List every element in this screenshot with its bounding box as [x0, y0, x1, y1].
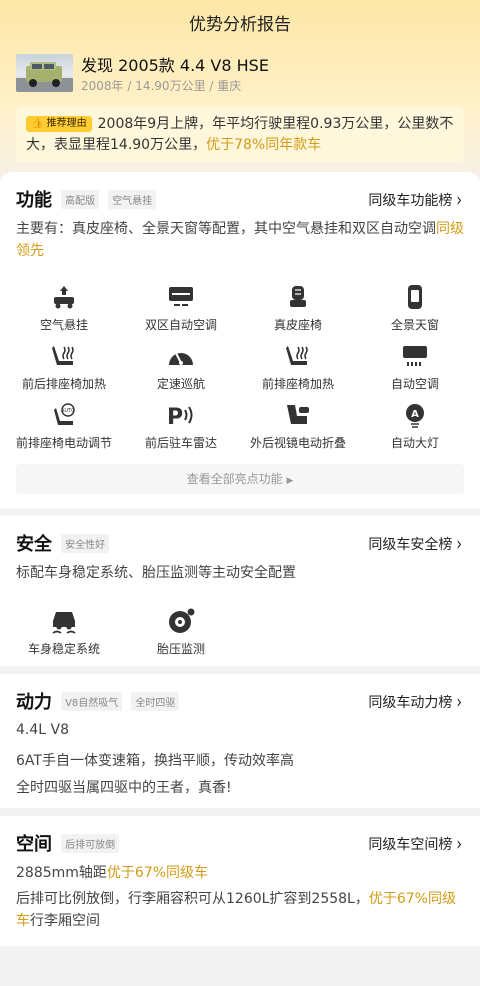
power-section: 动力 V8自然吸气 全时四驱 同级车动力榜 › 4.4L V8 6AT手自一体变速…	[0, 674, 480, 808]
feature-front-seat-heating[interactable]: 前排座椅加热	[248, 343, 348, 392]
feature-cruise-control[interactable]: 定速巡航	[131, 343, 231, 392]
space-trunk: 后排可比例放倒，行李厢容积可从1260L扩容到2558L，优于67%同级车行李厢…	[16, 891, 456, 929]
space-header: 空间 后排可放倒	[16, 830, 120, 855]
safety-chip-1: 安全性好	[61, 533, 110, 553]
space-chip-1: 后排可放倒	[61, 833, 120, 853]
space-rank-link[interactable]: 同级车空间榜 ›	[368, 834, 462, 856]
feature-auto-ac[interactable]: 自动空调	[365, 343, 465, 392]
stability-control-icon	[52, 612, 76, 634]
feature-tire-pressure[interactable]: 胎压监测	[131, 608, 231, 657]
header-background: 优势分析报告 发现 2005款 4.4 V8 HSE 2008年 / 14.90…	[0, 0, 480, 178]
safety-title: 安全	[16, 534, 52, 555]
car-summary[interactable]: 发现 2005款 4.4 V8 HSE 2008年 / 14.90万公里 / 重…	[16, 52, 464, 94]
safety-section: 安全 安全性好 同级车安全榜 › 标配车身稳定系统、胎压监测等主动安全配置 车身稳…	[0, 516, 480, 666]
feature-power-seat[interactable]: AUTO 前排座椅电动调节	[14, 402, 114, 451]
feature-auto-headlight[interactable]: A 自动大灯	[365, 402, 465, 451]
feature-seat-heating[interactable]: 前后排座椅加热	[14, 343, 114, 392]
feature-stability-control[interactable]: 车身稳定系统	[14, 608, 114, 657]
safety-desc: 标配车身稳定系统、胎压监测等主动安全配置	[16, 565, 296, 581]
leather-seat-icon	[290, 286, 306, 307]
function-header: 功能 高配版 空气悬挂	[16, 186, 157, 211]
power-chip-1: V8自然吸气	[61, 691, 123, 711]
parking-radar-icon: P	[167, 405, 193, 428]
auto-ac-icon	[403, 346, 427, 366]
chevron-right-icon: ›	[456, 692, 462, 714]
chevron-right-icon: ›	[456, 534, 462, 556]
function-chip-1: 高配版	[61, 189, 100, 209]
power-rank-link[interactable]: 同级车动力榜 ›	[368, 692, 462, 714]
car-meta: 2008年 / 14.90万公里 / 重庆	[81, 79, 242, 93]
feature-dual-zone-ac[interactable]: 双区自动空调	[131, 284, 231, 333]
recommend-reason-text: 👍 推荐理由 2008年9月上牌，年平均行驶里程0.93万公里，公里数不大，表显里…	[26, 114, 454, 156]
svg-text:AUTO: AUTO	[61, 408, 75, 414]
view-all-features-button[interactable]: 查看全部亮点功能 ▶	[16, 464, 464, 494]
front-seat-heating-icon	[286, 346, 308, 365]
reason-highlight: 优于78%同年款车	[206, 137, 322, 153]
recommend-badge: 👍 推荐理由	[26, 116, 92, 132]
space-title: 空间	[16, 834, 52, 855]
power-chip-2: 全时四驱	[131, 691, 180, 711]
dual-zone-ac-icon	[169, 287, 193, 306]
triangle-right-icon: ▶	[286, 476, 294, 486]
space-wheelbase-highlight: 优于67%同级车	[106, 865, 209, 881]
power-header: 动力 V8自然吸气 全时四驱	[16, 688, 180, 713]
svg-text:P: P	[167, 405, 183, 428]
function-rank-link[interactable]: 同级车功能榜 ›	[368, 190, 462, 212]
car-thumbnail	[16, 54, 73, 92]
panoramic-sunroof-icon	[408, 285, 422, 309]
seat-heating-icon	[52, 346, 74, 365]
function-section: 功能 高配版 空气悬挂 同级车功能榜 › 主要有：真皮座椅、全景天窗等配置，其中空…	[0, 172, 480, 508]
chevron-right-icon: ›	[456, 834, 462, 856]
feature-panoramic-sunroof[interactable]: 全景天窗	[365, 284, 465, 333]
page-title: 优势分析报告	[189, 15, 291, 35]
space-wheelbase: 2885mm轴距优于67%同级车	[16, 865, 209, 881]
tire-pressure-icon	[169, 608, 195, 633]
space-section: 空间 后排可放倒 同级车空间榜 › 2885mm轴距优于67%同级车 后排可比例放…	[0, 816, 480, 946]
safety-header: 安全 安全性好	[16, 530, 110, 555]
function-desc: 主要有：真皮座椅、全景天窗等配置，其中空气悬挂和双区自动空调同级领先	[16, 221, 464, 259]
feature-mirror-fold[interactable]: 外后视镜电动折叠	[248, 402, 348, 451]
chevron-right-icon: ›	[456, 190, 462, 212]
car-name: 发现 2005款 4.4 V8 HSE	[81, 56, 269, 75]
power-transmission: 6AT手自一体变速箱，换挡平顺，传动效率高	[16, 753, 294, 769]
mirror-fold-icon	[287, 405, 309, 424]
power-seat-icon: AUTO	[54, 403, 75, 425]
recommend-reason: 👍 推荐理由 2008年9月上牌，年平均行驶里程0.93万公里，公里数不大，表显里…	[16, 106, 464, 162]
function-chip-2: 空气悬挂	[108, 189, 157, 209]
feature-parking-radar[interactable]: P 前后驻车雷达	[131, 402, 231, 451]
feature-leather-seat[interactable]: 真皮座椅	[248, 284, 348, 333]
power-title: 动力	[16, 692, 52, 713]
cruise-control-icon	[169, 352, 193, 365]
power-engine: 4.4L V8	[16, 722, 69, 738]
feature-air-suspension[interactable]: 空气悬挂	[14, 284, 114, 333]
air-suspension-icon	[54, 286, 74, 309]
svg-text:A: A	[411, 409, 419, 420]
auto-headlight-icon: A	[406, 404, 424, 428]
power-drivetrain: 全时四驱当属四驱中的王者，真香!	[16, 780, 232, 796]
function-title: 功能	[16, 190, 52, 211]
safety-rank-link[interactable]: 同级车安全榜 ›	[368, 534, 462, 556]
